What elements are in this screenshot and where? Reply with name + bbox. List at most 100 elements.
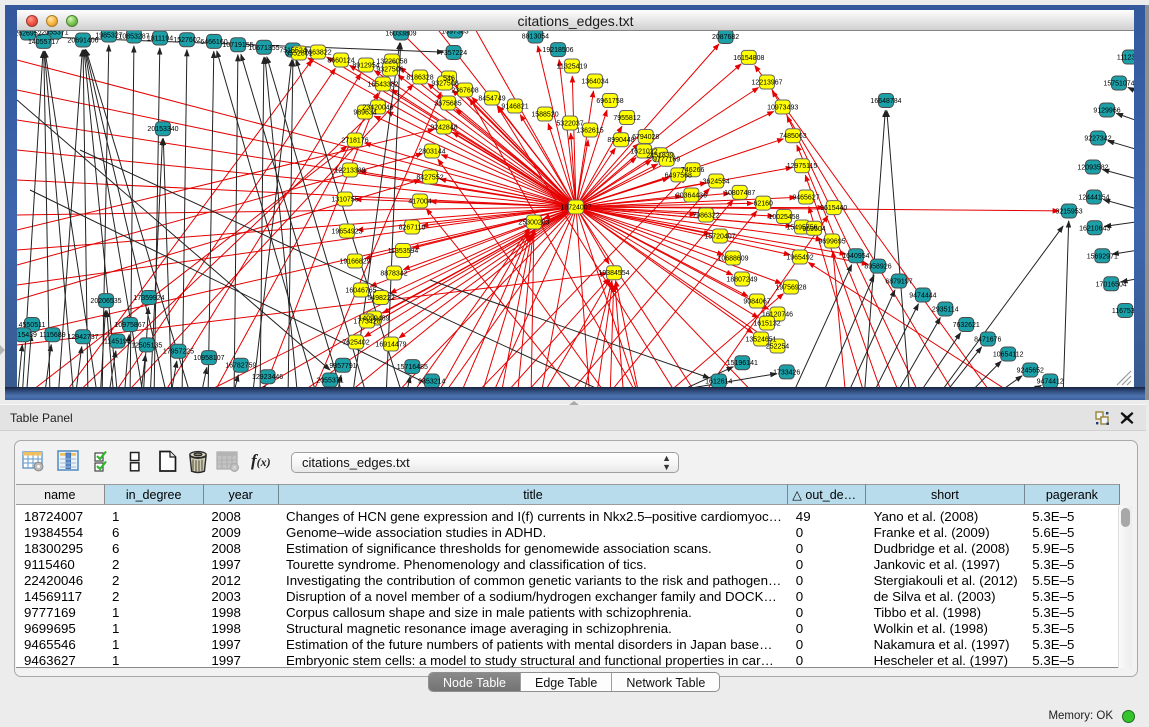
svg-text:10671355: 10671355 [248, 45, 279, 52]
svg-text:959504: 959504 [802, 226, 825, 233]
svg-text:1097383: 1097383 [441, 31, 468, 36]
svg-text:19384554: 19384554 [598, 270, 629, 277]
svg-text:1588520: 1588520 [531, 112, 558, 119]
svg-text:8186328: 8186328 [406, 75, 433, 82]
svg-text:20206535: 20206535 [90, 298, 121, 305]
svg-text:1615132: 1615132 [753, 321, 780, 328]
svg-text:8813054: 8813054 [522, 34, 549, 41]
svg-text:3624554: 3624554 [703, 179, 730, 186]
svg-text:62160: 62160 [753, 201, 773, 208]
svg-text:16210643: 16210643 [1079, 225, 1110, 232]
svg-text:9615440: 9615440 [820, 205, 847, 212]
svg-text:12942737: 12942737 [67, 334, 98, 341]
svg-text:2803144: 2803144 [418, 149, 445, 156]
svg-text:10807487: 10807487 [724, 190, 755, 197]
svg-text:10688609: 10688609 [717, 256, 748, 263]
svg-text:9084067: 9084067 [743, 299, 770, 306]
svg-text:2055371: 2055371 [41, 31, 68, 37]
svg-text:16543382: 16543382 [367, 82, 398, 89]
svg-text:9242848: 9242848 [430, 125, 457, 132]
svg-text:7632621: 7632621 [953, 322, 980, 329]
svg-text:1167533: 1167533 [1112, 308, 1134, 315]
svg-text:20364436: 20364436 [676, 193, 707, 200]
svg-text:9327506: 9327506 [376, 67, 403, 74]
svg-text:9327508: 9327508 [431, 81, 458, 88]
svg-text:9474412: 9474412 [1037, 379, 1064, 386]
svg-text:6794028: 6794028 [632, 134, 659, 141]
svg-text:1362615: 1362615 [576, 128, 603, 135]
svg-text:16154808: 16154808 [733, 55, 764, 62]
svg-text:18807249: 18807249 [726, 277, 757, 284]
svg-text:8471676: 8471676 [974, 337, 1001, 344]
svg-text:6961758: 6961758 [596, 98, 623, 105]
svg-text:6879197: 6879197 [885, 279, 912, 286]
svg-text:8660124: 8660124 [327, 58, 354, 65]
svg-text:417004: 417004 [408, 199, 431, 206]
svg-text:1527602: 1527602 [173, 37, 200, 44]
svg-text:1811194: 1811194 [147, 36, 173, 43]
svg-text:2626952: 2626952 [17, 31, 42, 38]
svg-text:10973493: 10973493 [767, 105, 798, 112]
svg-text:8267110: 8267110 [399, 225, 426, 232]
svg-text:11325419: 11325419 [557, 64, 588, 71]
svg-text:9227342: 9227342 [1084, 136, 1111, 143]
svg-text:9777169: 9777169 [653, 157, 680, 164]
svg-text:12505135: 12505135 [131, 342, 162, 349]
svg-text:19654923: 19654923 [331, 229, 362, 236]
svg-text:1965492: 1965492 [786, 255, 813, 262]
svg-text:10853287: 10853287 [118, 34, 149, 41]
svg-text:12923446: 12923446 [252, 374, 283, 381]
svg-text:5322037: 5322037 [556, 121, 583, 128]
svg-text:16782759: 16782759 [225, 363, 256, 370]
svg-text:15692971: 15692971 [1087, 253, 1118, 260]
svg-text:16648784: 16648784 [870, 98, 901, 105]
svg-text:19166829: 19166829 [339, 259, 370, 266]
svg-text:19756928: 19756928 [775, 285, 806, 292]
svg-text:12213389: 12213389 [334, 168, 365, 175]
svg-text:3215953: 3215953 [1055, 209, 1082, 216]
svg-text:9245652: 9245652 [1017, 368, 1044, 375]
svg-text:16033809: 16033809 [385, 31, 416, 38]
svg-text:9853214: 9853214 [418, 379, 445, 386]
svg-text:4550511: 4550511 [19, 322, 46, 329]
svg-text:10975867: 10975867 [114, 322, 145, 329]
svg-text:20691406: 20691406 [67, 38, 98, 45]
svg-text:7485063: 7485063 [779, 133, 806, 140]
svg-text:17359924: 17359924 [133, 295, 164, 302]
svg-text:15751074: 15751074 [1103, 81, 1134, 88]
svg-text:17957225: 17957225 [163, 349, 194, 356]
svg-text:8990448: 8990448 [607, 137, 634, 144]
svg-text:1112384: 1112384 [1117, 55, 1134, 62]
svg-text:14055717: 14055717 [28, 39, 59, 46]
svg-text:9465627: 9465627 [792, 195, 819, 202]
svg-text:13226058: 13226058 [376, 59, 407, 66]
svg-text:2935114: 2935114 [932, 307, 959, 314]
svg-text:15716485: 15716485 [397, 364, 428, 371]
svg-text:9129966: 9129966 [1093, 108, 1120, 115]
svg-text:1115689: 1115689 [39, 332, 65, 339]
svg-text:10654112: 10654112 [993, 352, 1024, 359]
svg-text:2718176: 2718176 [341, 138, 368, 145]
svg-text:17016504: 17016504 [1096, 281, 1127, 288]
svg-text:989634: 989634 [353, 110, 376, 117]
svg-text:7663822: 7663822 [304, 50, 331, 57]
svg-text:8454749: 8454749 [478, 96, 505, 103]
svg-text:7357224: 7357224 [440, 50, 467, 57]
svg-text:3675685: 3675685 [434, 101, 461, 108]
svg-text:2087682: 2087682 [712, 34, 739, 41]
svg-text:2367608: 2367608 [451, 88, 478, 95]
svg-text:7986322: 7986322 [692, 213, 719, 220]
svg-text:12975115: 12975115 [787, 163, 818, 170]
svg-text:9857791: 9857791 [329, 363, 356, 370]
svg-text:1145194: 1145194 [104, 339, 131, 346]
svg-text:13524651: 13524651 [745, 337, 776, 344]
svg-text:16120746: 16120746 [762, 312, 793, 319]
svg-text:11353594: 11353594 [388, 248, 419, 255]
svg-text:10958107: 10958107 [193, 355, 224, 362]
svg-text:25300203: 25300203 [518, 220, 549, 227]
svg-text:1773428: 1773428 [353, 319, 380, 326]
svg-text:9146821: 9146821 [501, 104, 528, 111]
svg-text:10025458: 10025458 [768, 214, 799, 221]
svg-text:1310755: 1310755 [331, 197, 358, 204]
svg-text:18724007: 18724007 [560, 205, 591, 212]
